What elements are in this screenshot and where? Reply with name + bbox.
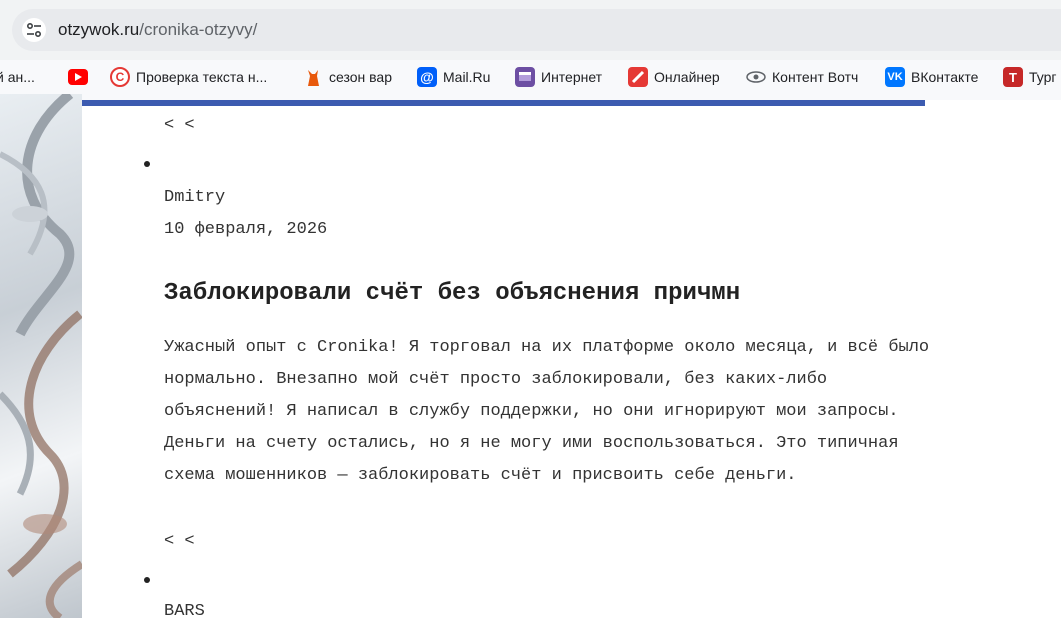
decorative-background [0, 94, 82, 618]
review-nav-link[interactable]: < < [164, 116, 195, 135]
bookmark-truncated[interactable]: й ан... [0, 66, 35, 88]
bookmark-youtube[interactable] [68, 66, 94, 88]
onliner-icon [628, 67, 648, 87]
t-icon: T [1003, 67, 1023, 87]
bookmark-onliner[interactable]: Онлайнер [628, 66, 720, 88]
url-text[interactable]: otzywok.ru/cronika-otzyvy/ [58, 20, 257, 40]
url-path: /cronika-otzyvy/ [139, 20, 258, 39]
mail-at-icon: @ [417, 67, 437, 87]
bookmark-label: сезон вар [329, 69, 392, 85]
bookmark-vk[interactable]: VK ВКонтакте [885, 66, 978, 88]
url-domain: otzywok.ru [58, 20, 140, 39]
bookmark-label: Онлайнер [654, 69, 720, 85]
review-text-line: нормально. Внезапно мой счёт просто забл… [164, 370, 828, 389]
list-bullet [144, 161, 150, 167]
bookmark-internet[interactable]: Интернет [515, 66, 602, 88]
cat-icon [303, 67, 323, 87]
bookmark-content-watch[interactable]: Контент Вотч [746, 66, 858, 88]
bookmark-t[interactable]: T Тург [1003, 66, 1057, 88]
bookmark-label: Интернет [541, 69, 603, 85]
bookmark-mailru[interactable]: @ Mail.Ru [417, 66, 490, 88]
bookmark-label: Контент Вотч [772, 69, 859, 85]
copyright-icon: C [110, 67, 130, 87]
bookmark-label: Тург [1029, 69, 1057, 85]
bookmarks-bar: й ан... C Проверка текста н... сезон вар… [0, 60, 1061, 94]
review-author: BARS [164, 602, 205, 618]
browser-toolbar: otzywok.ru/cronika-otzyvy/ [0, 0, 1061, 60]
review-date: 10 февраля, 2026 [164, 220, 328, 239]
review-text-line: схема мошенников — заблокировать счёт и … [164, 466, 797, 485]
list-bullet [144, 577, 150, 583]
review-nav-link[interactable]: < < [164, 532, 195, 551]
review-text-line: объяснений! Я написал в службу поддержки… [164, 402, 899, 421]
bookmark-label: Mail.Ru [443, 69, 491, 85]
address-bar[interactable]: otzywok.ru/cronika-otzyvy/ [12, 9, 1061, 51]
vk-icon: VK [885, 67, 905, 87]
review-title: Заблокировали счёт без объяснения причмн [164, 280, 741, 307]
bookmark-season[interactable]: сезон вар [303, 66, 392, 88]
bookmark-label: ВКонтакте [911, 69, 979, 85]
eye-icon [746, 67, 766, 87]
bookmark-label: Проверка текста н... [136, 69, 268, 85]
youtube-icon [68, 69, 88, 85]
bookmark-label: й ан... [0, 69, 35, 85]
bookmark-text-check[interactable]: C Проверка текста н... [110, 66, 267, 88]
purple-box-icon [515, 67, 535, 87]
review-text-line: Деньги на счету остались, но я не могу и… [164, 434, 899, 453]
page-content: < < Dmitry 10 февраля, 2026 Заблокировал… [82, 106, 1061, 618]
review-text-line: Ужасный опыт с Cronika! Я торговал на их… [164, 338, 930, 357]
review-author: Dmitry [164, 188, 226, 207]
site-settings-icon[interactable] [22, 18, 46, 42]
